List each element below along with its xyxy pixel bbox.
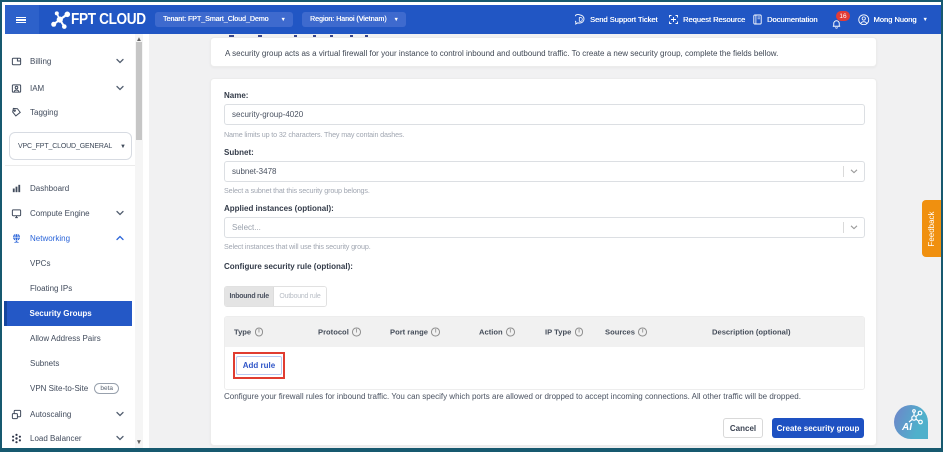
svg-text:AI: AI (901, 422, 912, 433)
